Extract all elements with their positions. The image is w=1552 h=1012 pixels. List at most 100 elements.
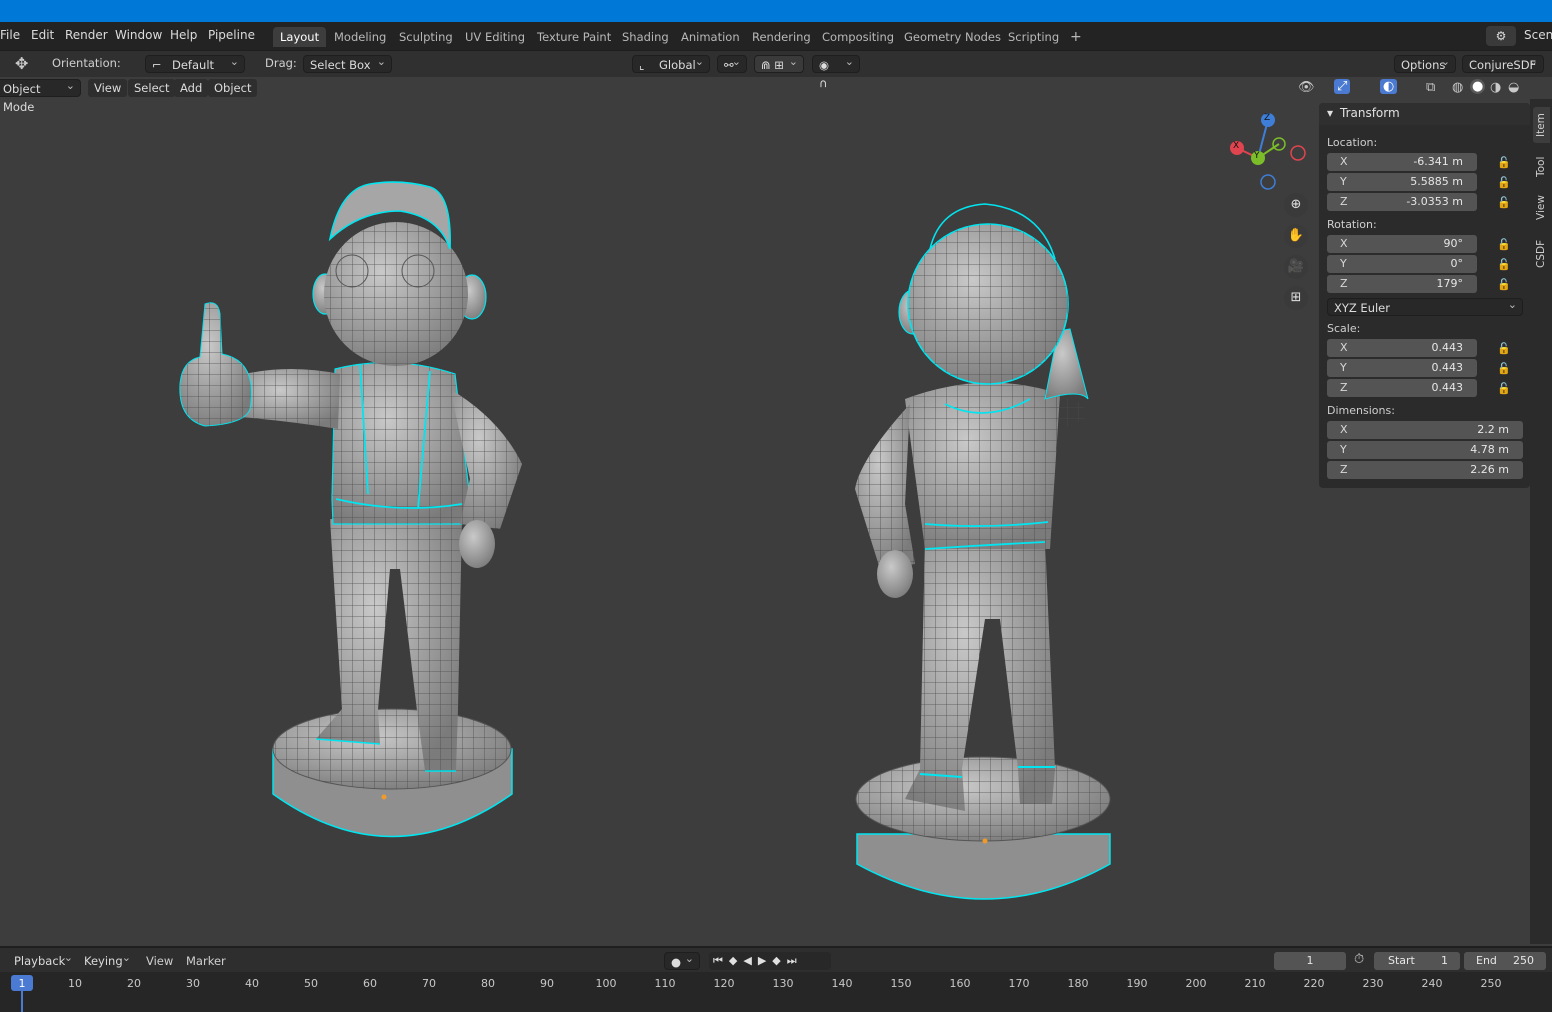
add-workspace-plus-icon[interactable]: + [1063,27,1089,47]
sidebar-item-panel: ▾ Transform Location: X -6.341 m Y 5.5885 … [1319,103,1530,488]
scene-selector-icon[interactable]: ⚙ [1486,26,1516,46]
playhead-line [21,991,23,1012]
solid-shading-icon[interactable]: ● [1470,79,1486,94]
tab-geometry-nodes[interactable]: Geometry Nodes [897,27,1008,47]
visibility-eye-icon[interactable]: 👁 [1298,80,1315,95]
perspective-grid-icon[interactable]: ⊞ [1284,286,1308,310]
record-button[interactable]: ● [664,950,700,970]
wireframe-shading-icon[interactable]: ◍ [1452,80,1463,95]
frame-tick: 60 [363,977,377,990]
drag-dropdown[interactable]: Select Box [303,53,392,73]
conjuresdf-dropdown[interactable]: ConjureSDF [1462,53,1544,73]
options-dropdown[interactable]: Options [1394,53,1456,73]
rendered-shading-icon[interactable]: ◒ [1508,80,1519,95]
dimensions-y-field[interactable]: Y 4.78 m [1327,441,1523,459]
3d-viewport[interactable]: Z X Y ⊕ ✋ 🎥 ⊞ [0,99,1530,944]
scene-name[interactable]: Scene [1524,28,1552,42]
camera-icon[interactable]: 🎥 [1284,255,1308,279]
transform-orientation-dropdown[interactable]: ⌞ Global [632,53,710,73]
overlays-icon[interactable]: ◐ [1380,79,1398,94]
rotation-label: Rotation: [1327,218,1377,231]
current-frame-field[interactable]: 1 [1274,952,1346,970]
pan-hand-icon[interactable]: ✋ [1284,224,1308,248]
menu-edit[interactable]: Edit [31,28,54,42]
tab-compositing[interactable]: Compositing [815,27,901,47]
playback-controls[interactable]: ⏮◆◀▶◆⏭ [709,952,831,970]
lock-icon[interactable]: 🔓 [1497,342,1511,355]
lock-icon[interactable]: 🔓 [1497,362,1511,375]
rotation-mode-dropdown[interactable]: XYZ Euler [1327,296,1523,316]
vault-boy-figure-front[interactable] [179,181,522,838]
tab-item[interactable]: Item [1533,107,1550,143]
frame-tick: 70 [422,977,436,990]
scale-x-field[interactable]: X 0.443 [1327,339,1477,357]
lock-icon[interactable]: 🔓 [1497,258,1511,271]
frame-tick: 230 [1362,977,1384,990]
menu-view[interactable]: View [88,79,128,97]
mode-dropdown[interactable]: Object Mode [0,77,81,114]
menu-pipeline[interactable]: Pipeline [208,28,255,42]
tab-animation[interactable]: Animation [674,27,747,47]
tab-csdf[interactable]: CSDF [1533,235,1550,273]
menu-add[interactable]: Add [174,79,209,97]
location-z-value: -3.0353 m [1406,195,1463,208]
lock-icon[interactable]: 🔓 [1497,196,1511,209]
vault-boy-figure-back[interactable] [855,203,1111,900]
tab-rendering[interactable]: Rendering [745,27,818,47]
proportional-editing-icon[interactable]: ◉ ∩ [812,53,860,90]
location-z-field[interactable]: Z -3.0353 m [1327,193,1477,211]
menu-select[interactable]: Select [128,79,176,97]
timeline-ruler[interactable]: 1 10 20 30 40 50 60 70 80 90 100 110 120… [0,972,1552,1012]
location-y-field[interactable]: Y 5.5885 m [1327,173,1477,191]
material-shading-icon[interactable]: ◑ [1490,80,1501,95]
end-frame-field[interactable]: End 250 [1464,952,1546,970]
tab-texture-paint[interactable]: Texture Paint [530,27,618,47]
menu-window[interactable]: Window [115,28,162,42]
scale-y-field[interactable]: Y 0.443 [1327,359,1477,377]
location-x-field[interactable]: X -6.341 m [1327,153,1477,171]
start-frame-field[interactable]: Start 1 [1374,952,1460,970]
zoom-icon[interactable]: ⊕ [1284,193,1308,217]
lock-icon[interactable]: 🔓 [1497,382,1511,395]
gizmo-z-label: Z [1264,113,1271,123]
dimensions-z-field[interactable]: Z 2.26 m [1327,461,1523,479]
lock-icon[interactable]: 🔓 [1497,278,1511,291]
menu-render[interactable]: Render [65,28,108,42]
timeline-view-menu[interactable]: View [146,954,173,968]
lock-icon[interactable]: 🔓 [1497,156,1511,169]
tab-view[interactable]: View [1533,191,1550,225]
timeline-marker-menu[interactable]: Marker [186,954,226,968]
keying-dropdown[interactable]: Keying [78,949,136,970]
navigation-gizmo[interactable]: Z X Y [1225,111,1315,191]
stopwatch-icon[interactable]: ⏱ [1354,952,1364,967]
playback-dropdown[interactable]: Playback [8,949,78,970]
tab-scripting[interactable]: Scripting [1001,27,1066,47]
xray-icon[interactable]: ⧉ [1426,80,1435,95]
menu-file[interactable]: File [0,28,20,42]
gizmo-x-label: X [1233,141,1240,151]
rotation-z-field[interactable]: Z 179° [1327,275,1477,293]
transform-collapse-icon[interactable]: ▾ [1327,106,1333,120]
tab-sculpting[interactable]: Sculpting [392,27,460,47]
global-axes-icon: ⌞ [639,58,645,72]
gizmo-toggle-icon[interactable]: ⤢ [1334,79,1351,94]
menu-help[interactable]: Help [170,28,197,42]
lock-icon[interactable]: 🔓 [1497,176,1511,189]
scale-z-field[interactable]: Z 0.443 [1327,379,1477,397]
tab-layout[interactable]: Layout [273,27,327,47]
axis-y-label: Y [1340,361,1347,374]
scale-label: Scale: [1327,322,1361,335]
rotation-x-field[interactable]: X 90° [1327,235,1477,253]
menu-object[interactable]: Object [208,79,258,97]
lock-icon[interactable]: 🔓 [1497,238,1511,251]
move-tool-icon[interactable]: ✥ [15,54,28,73]
rotation-y-field[interactable]: Y 0° [1327,255,1477,273]
snap-icon[interactable]: ⋒ ⊞ [754,53,804,73]
tab-uv-editing[interactable]: UV Editing [458,27,532,47]
pivot-point-icon[interactable]: ⚯ [717,53,747,73]
tab-modeling[interactable]: Modeling [327,27,393,47]
orientation-dropdown[interactable]: ⌐ Default [145,53,245,73]
tab-tool[interactable]: Tool [1533,151,1550,183]
dimensions-x-field[interactable]: X 2.2 m [1327,421,1523,439]
tab-shading[interactable]: Shading [615,27,676,47]
